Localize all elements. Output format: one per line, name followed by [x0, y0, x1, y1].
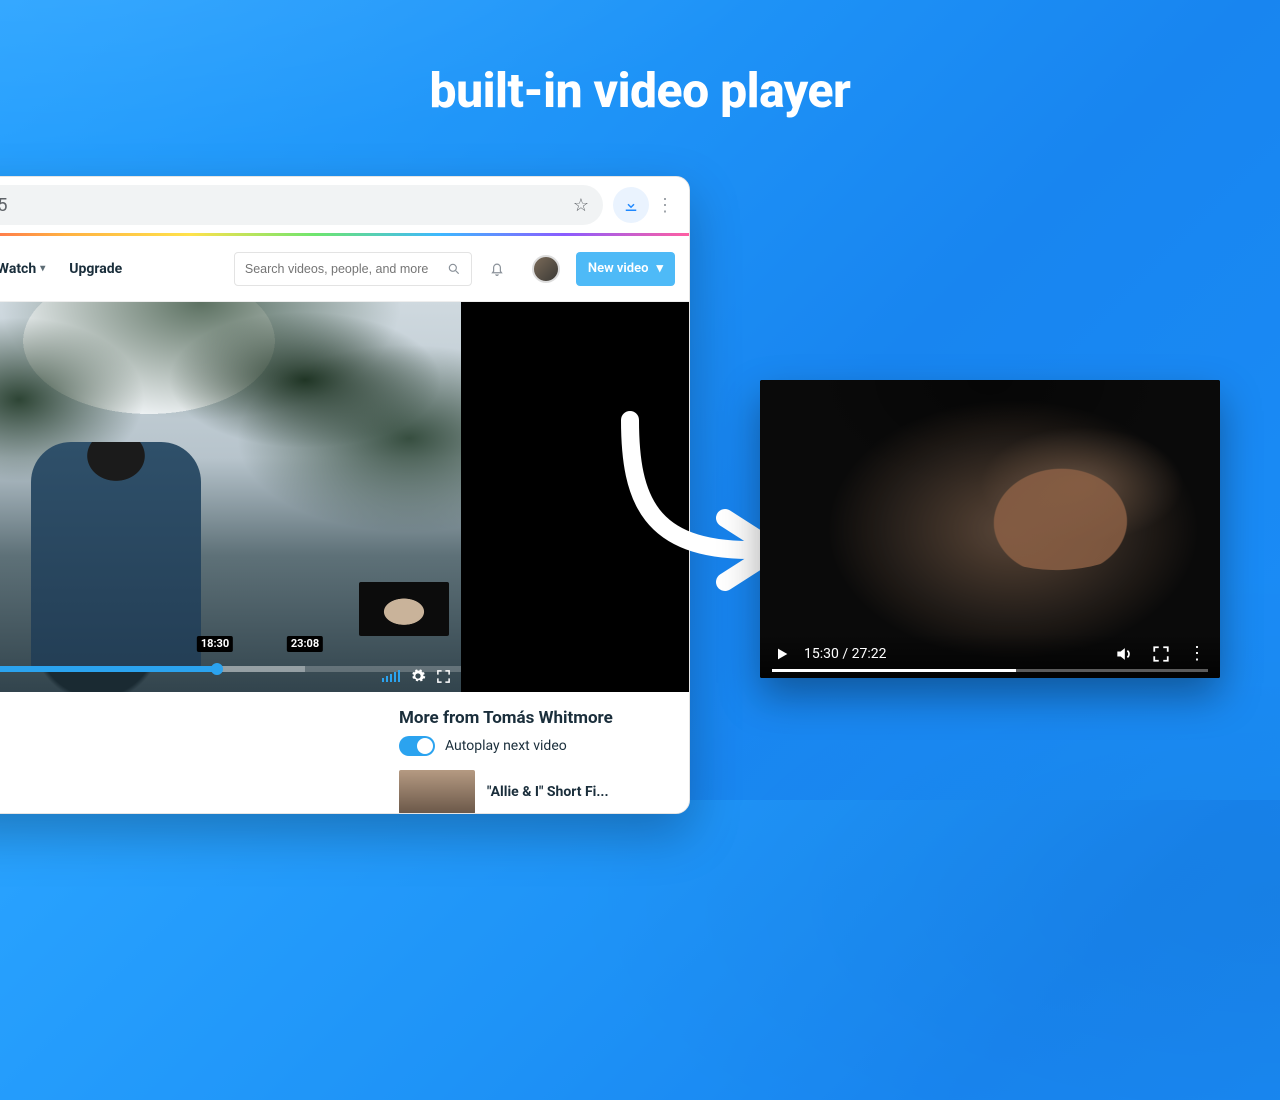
- builtin-player[interactable]: 15:30 / 27:22 ⋮: [760, 380, 1220, 678]
- nav-item-watch[interactable]: Watch ▾: [0, 255, 49, 283]
- site-search[interactable]: [234, 252, 472, 286]
- below-video: More from Tomás Whitmore Autoplay next v…: [0, 692, 689, 814]
- more-from-heading: More from Tomás Whitmore: [399, 708, 675, 728]
- play-icon[interactable]: [774, 646, 790, 662]
- fullscreen-icon[interactable]: [1152, 645, 1170, 663]
- button-label: New video: [588, 261, 649, 276]
- bell-icon[interactable]: [488, 260, 516, 278]
- embedded-video[interactable]: 18:30 23:08: [0, 302, 689, 692]
- headline: built-in video player: [0, 62, 1280, 119]
- autoplay-row[interactable]: Autoplay next video: [399, 736, 675, 756]
- volume-bars-icon[interactable]: [382, 670, 400, 682]
- embedded-controls: [0, 662, 461, 692]
- autoplay-toggle[interactable]: [399, 736, 435, 756]
- download-extension-icon[interactable]: [613, 187, 649, 223]
- recommendation-row[interactable]: "Allie & I" Short Fi...: [399, 770, 675, 814]
- browser-window: 9495 ☆ ⋮ es▾ Watch▾ Upgrade New vid: [0, 176, 690, 814]
- autoplay-label: Autoplay next video: [445, 738, 567, 754]
- site-nav: es▾ Watch▾ Upgrade New video ▾: [0, 236, 689, 302]
- gear-icon[interactable]: [410, 668, 426, 684]
- player-duration: 27:22: [852, 646, 887, 662]
- volume-icon[interactable]: [1114, 644, 1134, 664]
- player-progress[interactable]: [772, 669, 1208, 672]
- browser-toolbar: 9495 ☆ ⋮: [0, 177, 689, 233]
- search-icon[interactable]: [447, 262, 461, 276]
- reco-thumb[interactable]: [399, 770, 475, 814]
- fullscreen-icon[interactable]: [436, 669, 451, 684]
- url-fragment: 9495: [0, 195, 573, 216]
- avatar[interactable]: [532, 255, 560, 283]
- player-elapsed: 15:30: [804, 646, 839, 662]
- chevron-down-icon: ▾: [656, 261, 663, 276]
- nav-item-upgrade[interactable]: Upgrade: [65, 255, 126, 283]
- video-frame[interactable]: 18:30 23:08: [0, 302, 461, 692]
- chevron-down-icon: ▾: [40, 263, 45, 274]
- search-input[interactable]: [245, 262, 447, 276]
- time-marker-b: 23:08: [287, 636, 323, 652]
- browser-menu-icon[interactable]: ⋮: [653, 195, 677, 216]
- more-icon[interactable]: ⋮: [1188, 645, 1206, 663]
- star-icon[interactable]: ☆: [573, 195, 589, 216]
- next-video-thumb[interactable]: [359, 582, 449, 636]
- player-time: 15:30 / 27:22: [804, 646, 886, 662]
- address-bar[interactable]: 9495 ☆: [0, 185, 603, 225]
- nav-label: Watch: [0, 261, 36, 277]
- time-marker-a: 18:30: [197, 636, 233, 652]
- nav-label: Upgrade: [69, 261, 122, 277]
- reco-title: "Allie & I" Short Fi...: [487, 784, 609, 800]
- new-video-button[interactable]: New video ▾: [576, 252, 675, 286]
